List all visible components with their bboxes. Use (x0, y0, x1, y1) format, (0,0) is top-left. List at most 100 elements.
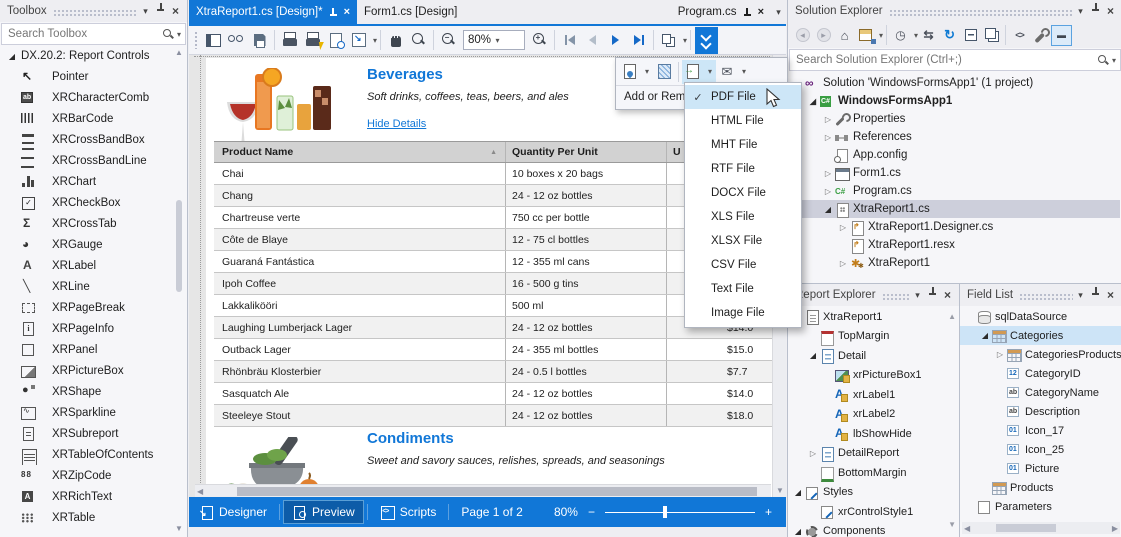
tree-item[interactable]: BottomMargin (788, 463, 959, 483)
tree-item[interactable]: xrPictureBox1 (788, 366, 959, 386)
horizontal-scrollbar[interactable]: ◀ (195, 484, 771, 497)
tree-item[interactable]: xrLabel2 (788, 405, 959, 425)
close-icon[interactable]: × (344, 5, 350, 19)
expander-icon[interactable] (979, 331, 991, 340)
expander-icon[interactable] (792, 527, 804, 536)
toolbar-grip[interactable] (194, 31, 199, 49)
tree-item[interactable]: TopMargin (788, 327, 959, 347)
menu-item[interactable]: ✓ PDF File (685, 85, 801, 109)
page-background-icon[interactable] (653, 60, 675, 84)
chevron-down-icon[interactable]: ▾ (704, 59, 716, 84)
window-position-icon[interactable]: ▾ (138, 0, 153, 22)
pin-icon[interactable] (925, 284, 940, 306)
menu-item[interactable]: XLS File (685, 205, 801, 229)
tree-item[interactable]: CategoriesProducts (960, 345, 1121, 364)
window-position-icon[interactable]: ▾ (910, 284, 925, 306)
document-map-icon[interactable] (202, 28, 225, 52)
toolbox-item[interactable]: XRCrossBandLine (0, 150, 187, 171)
toolbox-item[interactable]: XRPageInfo (0, 318, 187, 339)
search-icon[interactable] (162, 28, 174, 40)
toolbox-item[interactable]: XRPageBreak (0, 297, 187, 318)
pending-changes-filter-icon[interactable]: ◷ (890, 25, 911, 46)
report-explorer-header[interactable]: Report Explorer ▾ × (788, 284, 959, 306)
menu-item[interactable]: CSV File (685, 253, 801, 277)
tree-item[interactable]: Description (960, 402, 1121, 421)
tree-item[interactable]: Picture (960, 459, 1121, 478)
toolbox-item[interactable]: XRCrossBandBox (0, 129, 187, 150)
menu-item[interactable]: XLSX File (685, 229, 801, 253)
search-icon[interactable] (1097, 54, 1109, 66)
drag-handle[interactable] (888, 8, 1073, 16)
expander-icon[interactable] (837, 223, 849, 232)
chevron-down-icon[interactable]: ▾ (496, 36, 521, 45)
chevron-down-icon[interactable]: ▾ (683, 36, 687, 45)
zoom-out-button[interactable]: − (588, 505, 595, 519)
tree-item[interactable]: XtraReport1.cs (788, 200, 1120, 218)
magnifier-icon[interactable] (407, 28, 430, 52)
chevron-down-icon[interactable]: ▾ (177, 30, 181, 39)
toolbox-item[interactable]: XRPanel (0, 339, 187, 360)
first-page-icon[interactable] (558, 28, 581, 52)
refresh-icon[interactable]: ↻ (939, 25, 960, 46)
scroll-down-icon[interactable]: ▼ (948, 520, 956, 529)
menu-item[interactable]: MHT File (685, 133, 801, 157)
expander-icon[interactable] (822, 169, 834, 178)
sync-with-active-document-icon[interactable]: ⇆ (918, 25, 939, 46)
scrollbar-thumb[interactable] (996, 524, 1056, 532)
quick-print-icon[interactable] (301, 28, 324, 52)
properties-icon[interactable] (1030, 25, 1051, 46)
expander-icon[interactable] (837, 259, 849, 268)
close-icon[interactable]: × (1103, 288, 1118, 302)
tree-item[interactable]: sqlDataSource (960, 307, 1121, 326)
toolbox-item[interactable]: XRSparkline (0, 402, 187, 423)
tree-item[interactable]: Styles (788, 483, 959, 503)
menu-item[interactable]: HTML File (685, 109, 801, 133)
toolbox-item[interactable]: XRLine (0, 276, 187, 297)
toolbox-item[interactable]: XRRichText (0, 486, 187, 507)
hide-details-link[interactable]: Hide Details (367, 118, 426, 130)
toolbox-item[interactable]: Pointer (0, 66, 187, 87)
chevron-down-icon[interactable]: ▾ (738, 60, 750, 84)
toolbox-header[interactable]: Toolbox ▾ × (0, 0, 187, 22)
scroll-up-icon[interactable]: ▲ (948, 312, 956, 321)
tree-item[interactable]: CategoryName (960, 383, 1121, 402)
window-position-icon[interactable]: ▾ (1073, 284, 1088, 306)
tree-item[interactable]: XtraReport1.resx (788, 236, 1120, 254)
scroll-down-icon[interactable]: ▼ (776, 486, 784, 495)
chevron-down-icon[interactable]: ▾ (641, 60, 653, 84)
solution-explorer-header[interactable]: Solution Explorer ▾ × (788, 0, 1121, 22)
toolbox-item[interactable]: XRGauge (0, 234, 187, 255)
previous-page-icon[interactable] (581, 28, 604, 52)
tree-item[interactable]: Detail (788, 346, 959, 366)
toolbox-item[interactable]: XRCharacterComb (0, 87, 187, 108)
close-icon[interactable]: × (1103, 4, 1118, 18)
pin-icon[interactable] (328, 5, 339, 19)
tree-item[interactable]: XtraReport1.Designer.cs (788, 218, 1120, 236)
solution-explorer-search[interactable]: Search Solution Explorer (Ctrl+;) ▾ (789, 49, 1121, 71)
search-icon[interactable] (225, 28, 248, 52)
print-icon[interactable] (278, 28, 301, 52)
forward-icon[interactable]: ▸ (813, 25, 834, 46)
tree-item[interactable]: Icon_17 (960, 421, 1121, 440)
scrollbar-thumb[interactable] (176, 200, 182, 292)
last-page-icon[interactable] (627, 28, 650, 52)
pin-icon[interactable] (1088, 284, 1103, 306)
expander-icon[interactable] (994, 350, 1006, 359)
drag-handle[interactable] (1019, 292, 1073, 300)
close-icon[interactable]: × (168, 4, 183, 18)
watermark-icon[interactable] (619, 60, 641, 84)
page-setup-icon[interactable] (324, 28, 347, 52)
expander-icon[interactable] (807, 97, 819, 106)
next-page-icon[interactable] (604, 28, 627, 52)
view-code-icon[interactable]: <> (1009, 25, 1030, 46)
toolbox-item[interactable]: XRShape (0, 381, 187, 402)
menu-item[interactable]: Image File (685, 301, 801, 325)
tab-form1[interactable]: Form1.cs [Design] (357, 0, 464, 24)
toolbox-group-header[interactable]: DX.20.2: Report Controls (0, 46, 187, 66)
scripts-tab-button[interactable]: Scripts (371, 500, 446, 524)
zoom-out-icon[interactable] (437, 28, 460, 52)
save-icon[interactable] (248, 28, 271, 52)
toolbox-item[interactable]: XRTable (0, 507, 187, 528)
pin-icon[interactable] (1088, 0, 1103, 22)
home-icon[interactable]: ⌂ (834, 25, 855, 46)
